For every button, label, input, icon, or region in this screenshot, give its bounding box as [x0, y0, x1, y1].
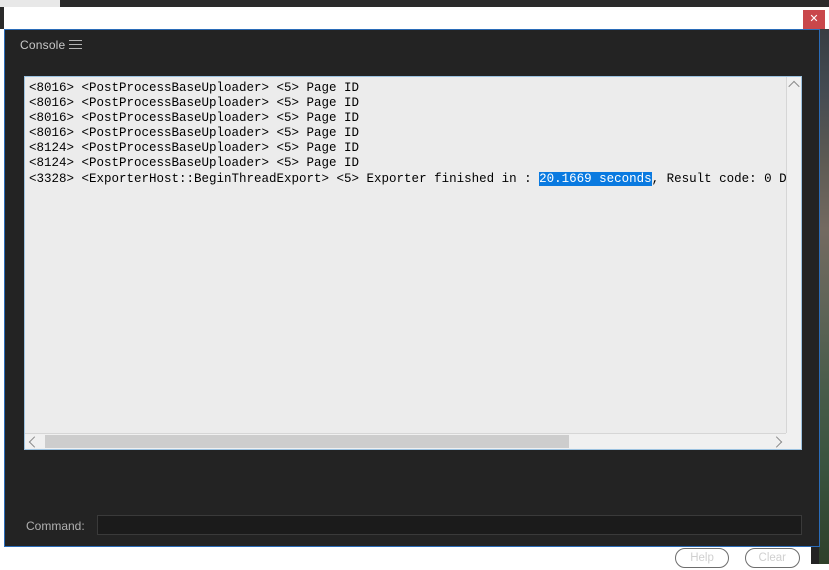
help-button[interactable]: Help [675, 548, 730, 568]
horizontal-scrollbar-thumb[interactable] [45, 435, 569, 448]
background-window-top-strip [0, 0, 829, 7]
log-line: <8016> <PostProcessBaseUploader> <5> Pag… [29, 81, 787, 96]
command-row: Command: [24, 515, 802, 537]
menu-line [69, 48, 82, 49]
scroll-left-arrow-icon[interactable] [25, 434, 41, 449]
console-log-area[interactable]: <8016> <PostProcessBaseUploader> <5> Pag… [24, 76, 802, 450]
log-line: <8016> <PostProcessBaseUploader> <5> Pag… [29, 111, 787, 126]
scroll-right-arrow-icon[interactable] [770, 434, 786, 449]
log-line: <8124> <PostProcessBaseUploader> <5> Pag… [29, 156, 787, 171]
console-log-lines: <8016> <PostProcessBaseUploader> <5> Pag… [25, 77, 787, 449]
log-line: <8124> <PostProcessBaseUploader> <5> Pag… [29, 141, 787, 156]
taskbar-artifact [455, 556, 477, 564]
command-label: Command: [26, 519, 85, 533]
hamburger-menu-icon[interactable] [69, 40, 82, 51]
console-title: Console [20, 38, 66, 52]
log-line-text: <8016> <PostProcessBaseUploader> <5> Pag… [29, 96, 360, 111]
log-line: <8016> <PostProcessBaseUploader> <5> Pag… [29, 96, 787, 111]
log-horizontal-scrollbar[interactable] [25, 433, 801, 449]
close-icon[interactable]: ✕ [803, 10, 825, 29]
log-line: <8016> <PostProcessBaseUploader> <5> Pag… [29, 126, 787, 141]
command-input[interactable] [97, 515, 802, 535]
background-window-corner [0, 0, 60, 7]
console-dialog: Console <8016> <PostProcessBaseUploader>… [4, 29, 820, 568]
scroll-up-arrow-icon[interactable] [787, 77, 801, 93]
background-window-right-preview [819, 29, 829, 564]
dialog-button-row: Help Clear [664, 548, 800, 570]
log-line-text: <8124> <PostProcessBaseUploader> <5> Pag… [29, 141, 360, 156]
log-line-text: <8016> <PostProcessBaseUploader> <5> Pag… [29, 126, 360, 141]
log-line-text: , Result code: 0 Destinat: [651, 171, 787, 186]
chevron-right-icon [770, 435, 783, 448]
console-header: Console [5, 30, 819, 63]
log-line-text: <3328> <ExporterHost::BeginThreadExport>… [29, 171, 540, 186]
log-line: <3328> <ExporterHost::BeginThreadExport>… [29, 171, 787, 187]
scrollbar-corner [786, 433, 801, 449]
menu-line [69, 44, 82, 45]
window-titlebar: ✕ [4, 7, 829, 29]
chevron-up-icon [788, 80, 800, 93]
log-line-text: <8016> <PostProcessBaseUploader> <5> Pag… [29, 111, 360, 126]
selected-text[interactable]: 20.1669 seconds [539, 171, 652, 186]
clear-button[interactable]: Clear [744, 548, 800, 568]
chevron-left-icon [28, 435, 41, 448]
menu-line [69, 40, 82, 41]
log-line-text: <8124> <PostProcessBaseUploader> <5> Pag… [29, 156, 360, 171]
log-vertical-scrollbar[interactable] [786, 77, 801, 449]
log-line-text: <8016> <PostProcessBaseUploader> <5> Pag… [29, 81, 360, 95]
